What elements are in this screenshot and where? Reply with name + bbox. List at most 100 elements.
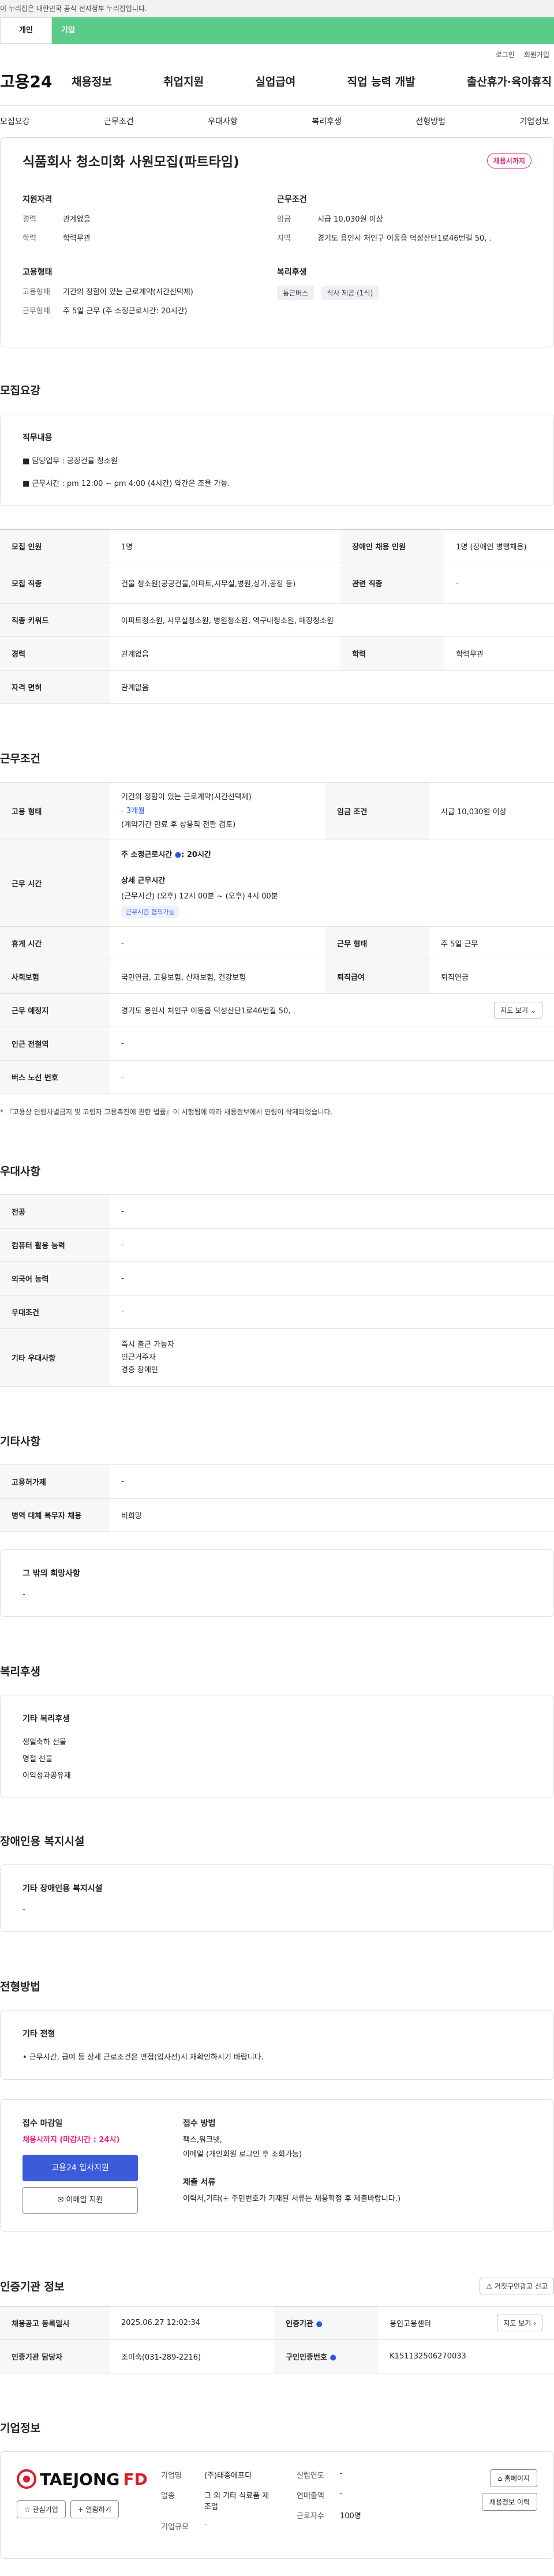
email-apply-button[interactable]: ✉ 이메일 지원 xyxy=(23,2187,138,2214)
table-row: 인근 전철역 - xyxy=(0,1027,554,1061)
table-row: 기타 우대사항 즉시 출근 가능자 인근거주자 경증 장애인 xyxy=(0,1328,554,1387)
table-header-cell: 관련 직종 xyxy=(340,563,445,604)
table-header-cell: 고용허가제 xyxy=(0,1465,110,1499)
table-cell: 주 5일 근무 xyxy=(429,926,554,960)
tab-company[interactable]: 기업 xyxy=(52,17,554,44)
kv-value: 시급 10,030원 이상 xyxy=(317,215,383,224)
co-key: 근로자수 xyxy=(297,2512,324,2521)
table-cell: 아파트청소원, 사무실청소원, 병원청소원, 역구내청소원, 매장청소원 xyxy=(110,603,554,637)
welfare-box: 기타 복리후생 생일축하 선물 명절 선물 이익성과공유제 xyxy=(0,1695,554,1798)
info-icon[interactable]: ● xyxy=(175,851,181,859)
section-nav-conditions[interactable]: 근무조건 xyxy=(104,115,134,127)
section-nav-recruit[interactable]: 모집요강 xyxy=(0,115,30,127)
table-cell: - xyxy=(110,926,325,960)
homepage-button[interactable]: ⌂ 홈페이지 xyxy=(490,2469,537,2487)
gov-notice-text: 이 누리집은 대한민국 공식 전자정부 누리집입니다. xyxy=(0,5,147,13)
info-icon[interactable]: ● xyxy=(330,2353,336,2362)
section-title-disability: 장애인용 복지시설 xyxy=(0,1835,85,1848)
table-header-cell: 경력 xyxy=(0,636,110,671)
report-button[interactable]: ⚠ 거짓구인광고 신고 xyxy=(480,2278,554,2294)
home-icon: ⌂ xyxy=(497,2474,502,2483)
site-logo[interactable]: 고용24 xyxy=(0,69,69,92)
deadline-badge: 채용시까지 xyxy=(486,152,531,169)
section-nav-company[interactable]: 기업정보 xyxy=(519,115,549,127)
table-header-cell: 채용공고 등록일시 xyxy=(0,2306,110,2340)
co-value: - xyxy=(204,2521,207,2529)
page: 이 누리집은 대한민국 공식 전자정부 누리집입니다. 개인 기업 로그인 회원… xyxy=(0,0,554,2559)
follow-company-button[interactable]: + 열람하기 xyxy=(70,2500,119,2518)
table-header-cell: 병역 대체 복무자 채용 xyxy=(0,1498,110,1532)
welfare-chip: 식사 제공 (1식) xyxy=(321,286,379,300)
co-key: 업종 xyxy=(161,2492,175,2500)
table-row: 모집 인원 1명 장애인 채용 인원 1명 (장애인 병행채용) xyxy=(0,529,554,563)
plus-icon: + xyxy=(77,2506,84,2514)
table-header-cell: 모집 직종 xyxy=(0,563,110,604)
gnb-item-vocational-training[interactable]: 직업 능력 개발 xyxy=(345,73,418,89)
table-cell: 학력무관 xyxy=(444,636,554,671)
table-row: 고용 형태 기간의 정함이 있는 근로계약(시간선택제) - 3개월 (계약기간… xyxy=(0,782,554,840)
section-nav-selection[interactable]: 전형방법 xyxy=(415,115,446,127)
map-button[interactable]: 지도 보기 ⌄ xyxy=(494,1002,542,1019)
kv-key: 고용형태 xyxy=(23,288,50,297)
gnb-item-parental-leave[interactable]: 출산휴가·육아휴직 xyxy=(465,73,554,89)
table-cell: 비희망 xyxy=(110,1498,554,1532)
company-logo-mark xyxy=(17,2469,36,2489)
interest-label: 관심기업 xyxy=(32,2506,58,2514)
co-value: (주)태종에프디 xyxy=(204,2472,252,2480)
welfare-line: 이익성과공유제 xyxy=(23,1772,71,1780)
table-row: 컴퓨터 활용 능력 - xyxy=(0,1228,554,1262)
welfare-box-heading: 기타 복리후생 xyxy=(23,1714,70,1724)
table-row: 자격 면허 관계없음 xyxy=(0,670,554,704)
chevron-right-icon: › xyxy=(533,2319,536,2327)
table-cell: 주 소정근로시간 ●: 20시간 상세 근무시간 (근무시간) (오후) 12시… xyxy=(110,840,554,927)
table-row: 근무 예정지 경기도 용인시 처인구 이동읍 덕성산단1로46번길 50, . … xyxy=(0,993,554,1027)
contract-period: - 3개월 xyxy=(121,806,145,815)
gov-notice-bar: 이 누리집은 대한민국 공식 전자정부 누리집입니다. xyxy=(0,0,554,17)
job-history-button[interactable]: 채용정보 이력 xyxy=(481,2493,537,2511)
hours-negotiable-chip: 근무시간 협의가능 xyxy=(121,905,179,918)
job-title: 식품회사 청소미화 사원모집(파트타임) xyxy=(23,155,239,170)
selection-value: • 근무시간, 급여 등 상세 근로조건은 면접(입사전)시 재확인하시기 바랍… xyxy=(23,2053,264,2062)
table-header-cell: 사회보험 xyxy=(0,960,110,994)
job-summary-card: 식품회사 청소미화 사원모집(파트타임) 채용시까지 지원자격 경력 관계없음 학… xyxy=(0,137,554,347)
welfare-chip: 통근버스 xyxy=(277,286,315,300)
conditions-table: 고용 형태 기간의 정함이 있는 근로계약(시간선택제) - 3개월 (계약기간… xyxy=(0,782,554,1094)
join-link[interactable]: 회원가입 xyxy=(524,50,549,59)
section-nav-preference[interactable]: 우대사항 xyxy=(208,115,238,127)
org-map-button[interactable]: 지도 보기 › xyxy=(497,2315,542,2331)
table-row: 우대조건 - xyxy=(0,1295,554,1329)
table-cell: 건물 청소원(공공건물,아파트,사무실,병원,상가,공장 등) xyxy=(110,563,341,604)
table-cell: - xyxy=(110,1228,554,1262)
report-button-label: 거짓구인광고 신고 xyxy=(494,2282,548,2290)
interest-company-button[interactable]: ☆ 관심기업 xyxy=(17,2500,66,2518)
preference-table: 전공 - 컴퓨터 활용 능력 - 외국어 능력 - 우대조건 - 기타 우대사항 즉시 … xyxy=(0,1195,554,1387)
login-link[interactable]: 로그인 xyxy=(496,50,515,59)
table-header-cell: 인근 전철역 xyxy=(0,1027,110,1061)
gnb-menu: 채용정보 취업지원 실업급여 직업 능력 개발 출산휴가·육아휴직 xyxy=(69,73,554,89)
star-icon: ☆ xyxy=(24,2506,31,2514)
gnb-item-employment-support[interactable]: 취업지원 xyxy=(161,73,206,89)
weekly-hours-label: 주 소정근로시간 xyxy=(121,851,175,859)
tab-person[interactable]: 개인 xyxy=(0,17,52,44)
table-header-cell: 우대조건 xyxy=(0,1295,110,1329)
info-icon[interactable]: ● xyxy=(316,2320,323,2328)
employment-type-heading: 고용형태 xyxy=(23,268,53,277)
table-row: 고용허가제 - xyxy=(0,1465,554,1499)
gnb-item-jobs[interactable]: 채용정보 xyxy=(69,73,114,89)
apply-button[interactable]: 고용24 입사지원 xyxy=(23,2155,138,2181)
gnb-item-unemployment-benefit[interactable]: 실업급여 xyxy=(253,73,298,89)
co-key: 기업규모 xyxy=(161,2523,189,2532)
section-nav-welfare[interactable]: 복리후생 xyxy=(312,115,342,127)
docs-value: 이력서,기타(+ 주민번호가 기재된 서류는 채용확정 후 제출바랍니다.) xyxy=(183,2195,401,2203)
emp-type-line: 기간의 정함이 있는 근로계약(시간선택제) xyxy=(121,792,252,802)
table-row: 병역 대체 복무자 채용 비희망 xyxy=(0,1498,554,1532)
qualification-heading: 지원자격 xyxy=(23,195,53,204)
table-cell: - xyxy=(110,1060,554,1094)
hours-detail: (근무시간) (오후) 12시 00분 ~ (오후) 4시 00분 xyxy=(121,892,278,901)
kv-key: 근무형태 xyxy=(23,307,50,316)
kv-value: 기간의 정함이 있는 근로계약(시간선택제) xyxy=(63,288,193,297)
company-logo-fd: FD xyxy=(123,2469,148,2489)
table-cell: 관계없음 xyxy=(110,636,341,671)
apply-box: 접수 마감일 채용시까지 (마감시간 : 24시) 고용24 입사지원 ✉ 이메… xyxy=(0,2099,554,2231)
disability-value: - xyxy=(23,1905,25,1914)
